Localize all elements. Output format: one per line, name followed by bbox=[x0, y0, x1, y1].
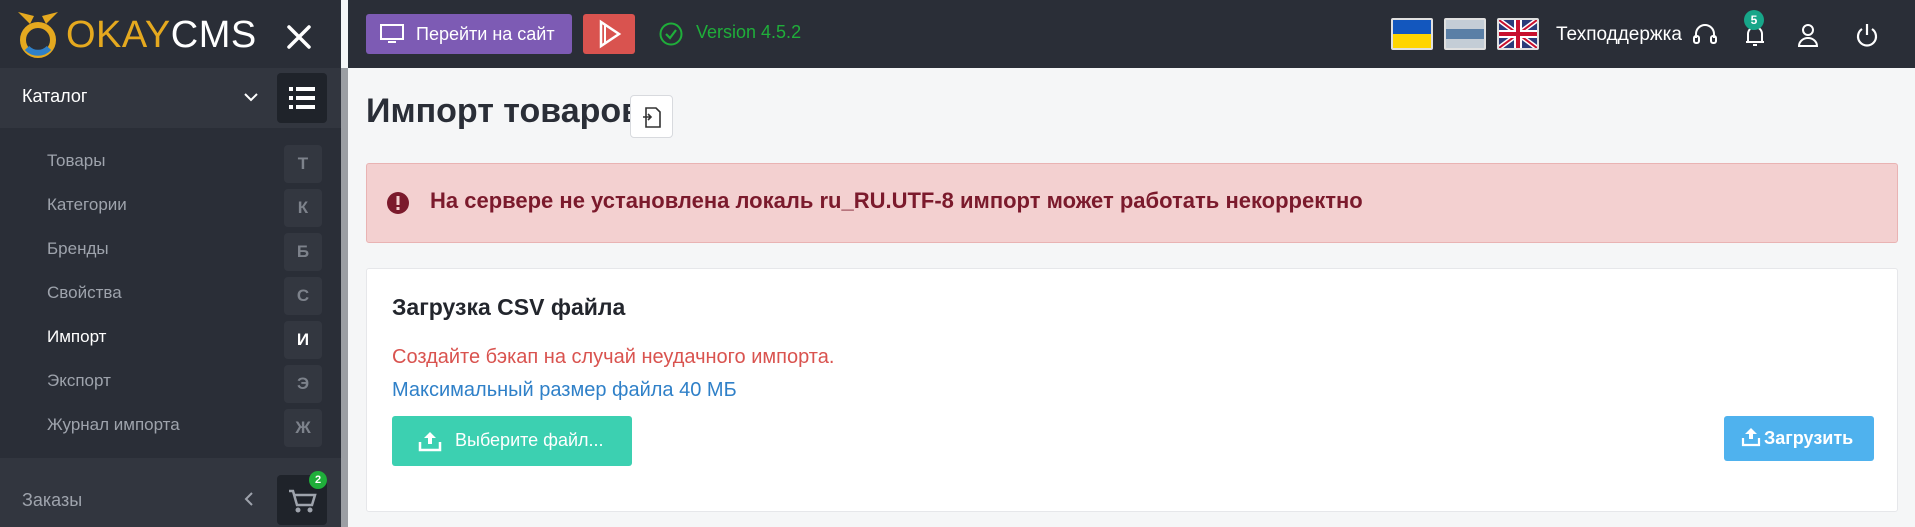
sidebar-item-letter: Т bbox=[284, 145, 322, 183]
document-icon bbox=[643, 107, 661, 128]
power-icon[interactable] bbox=[1852, 20, 1882, 50]
choose-file-button[interactable]: Выберите файл... bbox=[392, 416, 632, 466]
logo-text-cms: CMS bbox=[170, 14, 257, 56]
version-text: Version 4.5.2 bbox=[696, 22, 802, 42]
sidebar-scrollbar[interactable] bbox=[341, 68, 348, 527]
monitor-icon bbox=[380, 24, 404, 43]
notification-badge: 5 bbox=[1744, 10, 1764, 30]
sidebar-item-label: Категории bbox=[47, 195, 127, 214]
sidebar-item-brands[interactable]: Бренды Б bbox=[0, 228, 341, 272]
support-link[interactable]: Техподдержка bbox=[1556, 24, 1682, 46]
goto-site-button[interactable]: Перейти на сайт bbox=[366, 14, 572, 54]
backup-warning: Создайте бэкап на случай неудачного импо… bbox=[392, 346, 835, 368]
choose-file-label: Выберите файл... bbox=[455, 430, 604, 450]
logo-text: OKAYCMS bbox=[66, 16, 257, 54]
csv-upload-card: Загрузка CSV файла Создайте бэкап на слу… bbox=[366, 268, 1898, 512]
sidebar-item-letter: Б bbox=[284, 233, 322, 271]
play-button[interactable] bbox=[583, 14, 635, 54]
sidebar-item-import[interactable]: Импорт И bbox=[0, 316, 341, 360]
max-size-info: Максимальный размер файла 40 МБ bbox=[392, 379, 737, 401]
sidebar-item-label: Экспорт bbox=[47, 371, 111, 390]
upload-icon bbox=[418, 432, 442, 452]
upload-label: Загрузить bbox=[1764, 428, 1854, 448]
ua-flag-icon[interactable] bbox=[1391, 18, 1433, 50]
goto-site-label: Перейти на сайт bbox=[416, 24, 555, 44]
export-doc-button[interactable] bbox=[630, 95, 673, 138]
orders-badge: 2 bbox=[309, 471, 327, 489]
close-icon[interactable] bbox=[284, 22, 314, 52]
sidebar-item-label: Товары bbox=[47, 151, 106, 170]
alert-text: На сервере не установлена локаль ru_RU.U… bbox=[430, 188, 1363, 213]
sidebar-item-categories[interactable]: Категории К bbox=[0, 184, 341, 228]
okaycms-logo-icon bbox=[18, 12, 58, 58]
catalog-menu-label: Каталог bbox=[22, 86, 88, 106]
list-icon bbox=[289, 87, 315, 109]
sidebar-item-features[interactable]: Свойства С bbox=[0, 272, 341, 316]
sidebar-item-letter: К bbox=[284, 189, 322, 227]
chevron-left-icon bbox=[244, 492, 253, 506]
sidebar-item-label: Свойства bbox=[47, 283, 122, 302]
exclamation-circle-icon bbox=[387, 192, 409, 214]
logo-bar: OKAYCMS bbox=[0, 0, 341, 68]
sidebar-item-label: Импорт bbox=[47, 327, 107, 346]
ru-flag-icon[interactable] bbox=[1444, 18, 1486, 50]
sidebar-item-letter: С bbox=[284, 277, 322, 315]
sidebar-item-import-log[interactable]: Журнал импорта Ж bbox=[0, 404, 341, 448]
sidebar-item-letter: И bbox=[284, 321, 322, 359]
upload-button[interactable]: Загрузить bbox=[1724, 416, 1874, 461]
sidebar-item-label: Бренды bbox=[47, 239, 109, 258]
upload-icon bbox=[1741, 428, 1761, 447]
check-circle-icon bbox=[659, 22, 683, 46]
page-title: Импорт товаров bbox=[366, 92, 643, 130]
uk-flag-icon[interactable] bbox=[1497, 18, 1539, 50]
play-icon bbox=[599, 19, 622, 49]
card-title: Загрузка CSV файла bbox=[392, 294, 626, 320]
sidebar-item-letter: Э bbox=[284, 365, 322, 403]
sidebar-item-products[interactable]: Товары Т bbox=[0, 140, 341, 184]
orders-menu-label: Заказы bbox=[22, 490, 83, 510]
locale-warning-alert: На сервере не установлена локаль ru_RU.U… bbox=[366, 163, 1898, 243]
logo-text-okay: OKAY bbox=[66, 14, 171, 56]
chevron-down-icon bbox=[244, 93, 258, 102]
sidebar-item-export[interactable]: Экспорт Э bbox=[0, 360, 341, 404]
user-icon[interactable] bbox=[1793, 20, 1823, 50]
sidebar-item-letter: Ж bbox=[284, 409, 322, 447]
headset-icon[interactable] bbox=[1690, 20, 1720, 50]
catalog-list-button[interactable] bbox=[277, 73, 327, 123]
sidebar-item-label: Журнал импорта bbox=[47, 415, 180, 434]
